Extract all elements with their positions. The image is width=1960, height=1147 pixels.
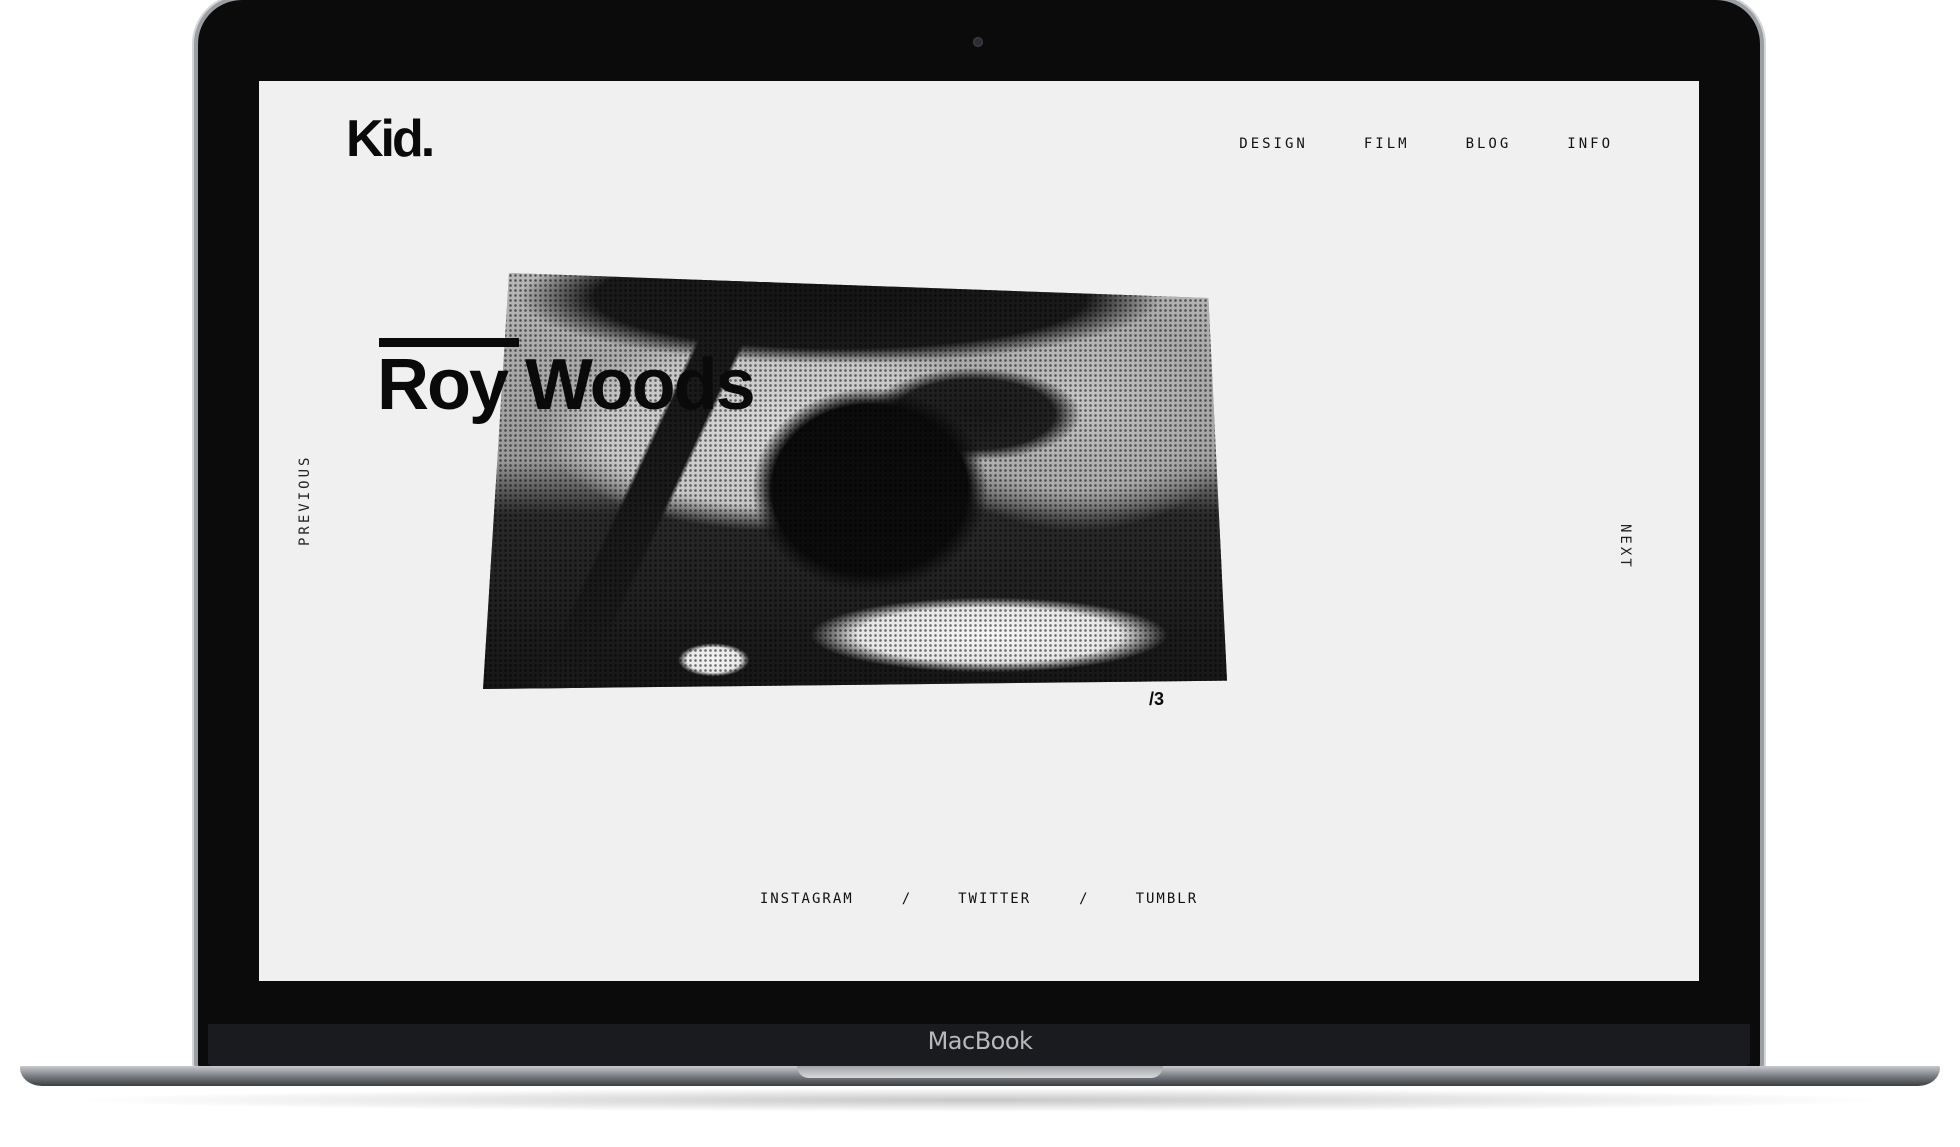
website-screen: Kid. DESIGN FILM BLOG INFO PREVIOUS NEXT… (259, 81, 1699, 981)
footer-separator: / (901, 891, 911, 907)
tumblr-link[interactable]: TUMBLR (1136, 891, 1199, 907)
nav-item-blog[interactable]: BLOG (1466, 136, 1512, 152)
laptop-shadow (60, 1088, 1900, 1112)
previous-link[interactable]: PREVIOUS (297, 455, 313, 546)
main-nav: DESIGN FILM BLOG INFO (1183, 136, 1613, 152)
nav-item-film[interactable]: FILM (1364, 136, 1410, 152)
device-brand-label: MacBook (927, 1027, 1033, 1055)
site-logo[interactable]: Kid. (346, 109, 435, 169)
camera-icon (973, 37, 983, 47)
instagram-link[interactable]: INSTAGRAM (760, 891, 854, 907)
social-footer: INSTAGRAM / TWITTER / TUMBLR (259, 891, 1699, 907)
nav-item-info[interactable]: INFO (1567, 136, 1613, 152)
nav-item-design[interactable]: DESIGN (1239, 136, 1308, 152)
feature-photo[interactable] (483, 273, 1227, 689)
feature-title: Roy Woods (377, 345, 756, 425)
laptop-notch (797, 1066, 1163, 1078)
twitter-link[interactable]: TWITTER (958, 891, 1031, 907)
footer-separator: / (1079, 891, 1088, 907)
next-link[interactable]: NEXT (1617, 524, 1633, 570)
slide-counter: /3 (1149, 689, 1165, 709)
